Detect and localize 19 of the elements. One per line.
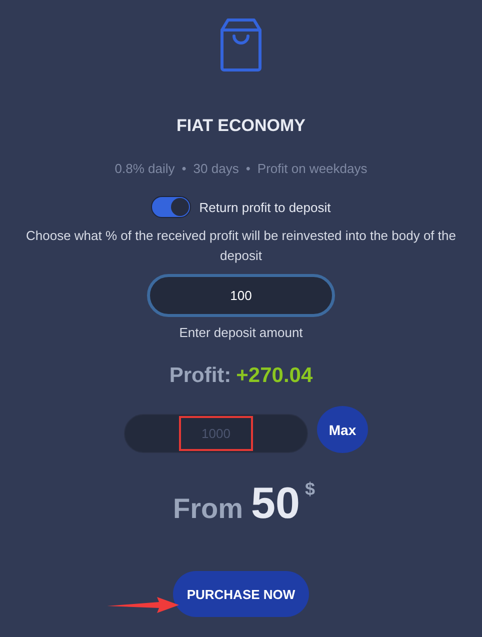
from-label: From	[173, 493, 244, 525]
toggle-switch[interactable]	[151, 196, 192, 218]
separator-dot: •	[182, 161, 186, 176]
profit-label: Profit:	[169, 364, 232, 388]
purchase-button[interactable]: PURCHASE NOW	[173, 571, 309, 617]
currency-sign: $	[304, 479, 315, 500]
deposit-hint: Enter deposit amount	[179, 325, 303, 340]
plan-detail: Profit on weekdays	[257, 161, 368, 176]
minimum-amount: 50	[251, 479, 300, 529]
toggle-label: Return profit to deposit	[199, 200, 331, 214]
profit-value: +270.04	[236, 364, 313, 388]
shopping-bag-icon	[220, 18, 262, 72]
plan-detail: 0.8% daily	[114, 161, 175, 176]
plan-detail: 30 days	[193, 161, 239, 176]
separator-dot: •	[246, 161, 250, 176]
reinvest-hint: Choose what % of the received profit will be reinvested into the body of the deposit	[25, 227, 457, 265]
plan-title: FIAT ECONOMY	[176, 116, 306, 136]
reinvest-percent-field[interactable]: 100	[147, 274, 335, 317]
max-button[interactable]: Max	[317, 406, 368, 453]
